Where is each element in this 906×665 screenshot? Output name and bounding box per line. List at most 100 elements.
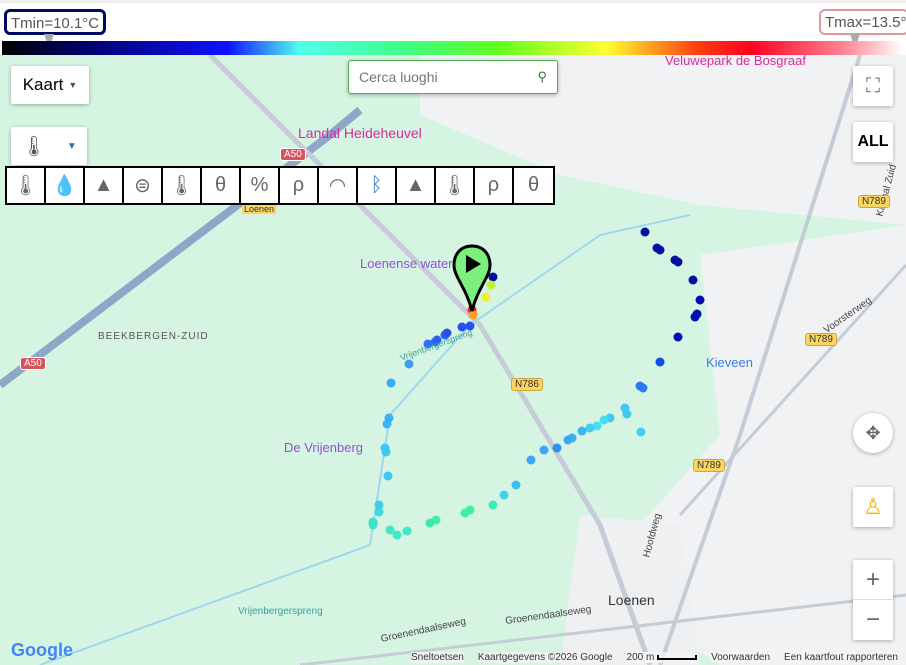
track-point[interactable] <box>585 423 595 433</box>
pegman-streetview[interactable]: ♙ <box>853 487 893 527</box>
terms-link[interactable]: Voorwaarden <box>711 652 771 663</box>
water-vrijenbergerspreng: Vrijenbergerspreng <box>238 606 323 617</box>
place-de-vrijenberg[interactable]: De Vrijenberg <box>284 440 363 455</box>
track-point[interactable] <box>695 295 705 305</box>
toolbar-button-bluetooth[interactable]: ᛒ <box>358 168 397 203</box>
color-scale-gradient <box>2 41 904 55</box>
thermometer-rain-icon: 🌡 <box>168 175 195 197</box>
caret-down-icon: ▼ <box>68 80 78 90</box>
track-point[interactable] <box>563 435 573 445</box>
tmin-label[interactable]: Tmin=10.1°C <box>4 9 107 35</box>
report-error-link[interactable]: Een kaartfout rapporteren <box>784 652 898 663</box>
place-landal[interactable]: Landal Heideheuvel <box>298 125 422 141</box>
track-point[interactable] <box>526 455 536 465</box>
place-loenen: Loenen <box>608 592 655 608</box>
start-marker[interactable] <box>452 243 492 313</box>
toolbar-button-rho[interactable]: ρ <box>280 168 319 203</box>
track-point[interactable] <box>511 480 521 490</box>
road-a50: A50 <box>280 148 306 161</box>
toolbar-button-clock-rho[interactable]: ρ <box>475 168 514 203</box>
toolbar-button-clock-thermometer[interactable]: 🌡 <box>436 168 475 203</box>
track-point[interactable] <box>374 500 384 510</box>
sign-loenen: Loenen <box>242 204 277 214</box>
track-point[interactable] <box>640 227 650 237</box>
toolbar-button-mountain[interactable]: ▲ <box>85 168 124 203</box>
track-point[interactable] <box>655 357 665 367</box>
thermometer-icon: 🌡 <box>21 135 47 158</box>
drop-icon: 💧 <box>52 175 77 197</box>
track-point[interactable] <box>425 518 435 528</box>
track-point[interactable] <box>620 403 630 413</box>
track-point[interactable] <box>460 508 470 518</box>
road-n789-3: N789 <box>693 459 725 472</box>
toolbar-button-drop[interactable]: 💧 <box>46 168 85 203</box>
road-n789-2: N789 <box>805 333 837 346</box>
pressure-icon: ⊜ <box>134 175 151 197</box>
track-point[interactable] <box>402 526 412 536</box>
track-point[interactable] <box>383 471 393 481</box>
bluetooth-icon: ᛒ <box>370 174 383 196</box>
scale-line <box>657 655 698 660</box>
track-point[interactable] <box>539 445 549 455</box>
scale-bar[interactable]: 200 m <box>626 652 698 663</box>
track-point[interactable] <box>655 245 665 255</box>
track-point[interactable] <box>636 427 646 437</box>
toolbar-button-pressure[interactable]: ⊜ <box>124 168 163 203</box>
scale-label: 200 m <box>626 652 655 663</box>
track-point[interactable] <box>499 490 509 500</box>
track-point[interactable] <box>386 378 396 388</box>
toolbar-button-humidity-percent[interactable]: % <box>241 168 280 203</box>
track-point[interactable] <box>368 517 378 527</box>
track-point[interactable] <box>690 312 700 322</box>
caret-down-icon: ▼ <box>66 140 77 152</box>
track-point[interactable] <box>635 381 645 391</box>
track-point[interactable] <box>673 332 683 342</box>
track-point[interactable] <box>488 500 498 510</box>
search-icon[interactable]: ⚲ <box>537 69 547 85</box>
track-point[interactable] <box>688 275 698 285</box>
sensor-select-dropdown[interactable]: 🌡 ▼ <box>11 127 87 165</box>
tmax-label[interactable]: Tmax=13.5°C <box>819 9 906 35</box>
keyboard-shortcuts-link[interactable]: Sneltoetsen <box>411 652 464 663</box>
track-point[interactable] <box>673 257 683 267</box>
map-type-label: Kaart <box>22 75 64 94</box>
road-a50-2: A50 <box>20 357 46 370</box>
zoom-in-button[interactable]: + <box>853 560 893 600</box>
place-kieveen[interactable]: Kieveen <box>706 355 753 370</box>
zoom-control: + − <box>853 560 893 640</box>
place-loenense-water[interactable]: Loenense water <box>360 256 453 271</box>
all-button[interactable]: ALL <box>853 122 893 162</box>
toolbar-button-thermometer-rain[interactable]: 🌡 <box>163 168 202 203</box>
toolbar-button-thermometer-theta[interactable]: θ <box>202 168 241 203</box>
toolbar-button-clock-theta[interactable]: θ <box>514 168 553 203</box>
toolbar-button-thermometer[interactable]: 🌡 <box>7 168 46 203</box>
track-point[interactable] <box>552 443 562 453</box>
clock-mountain-icon: ▲ <box>405 174 426 196</box>
mountain-icon: ▲ <box>93 174 114 196</box>
thermometer-theta-icon: θ <box>214 174 227 196</box>
map-type-dropdown[interactable]: Kaart ▼ <box>11 66 89 104</box>
clock-theta-icon: θ <box>527 174 540 196</box>
track-point[interactable] <box>577 426 587 436</box>
map-canvas[interactable]: Kaart▼ ⚲ ⛶ ALL 🌡▼ ✥ ♙ + − Veluwepark de … <box>0 55 906 665</box>
search-box[interactable]: ⚲ <box>348 60 558 94</box>
search-input[interactable] <box>359 69 538 85</box>
track-point[interactable] <box>380 443 390 453</box>
rho-icon: ρ <box>292 174 305 196</box>
toolbar-button-clock-mountain[interactable]: ▲ <box>397 168 436 203</box>
place-veluwepark[interactable]: Veluwepark de Bosgraaf <box>665 55 806 68</box>
clock-rho-icon: ρ <box>487 174 500 196</box>
clock-thermometer-icon: 🌡 <box>441 175 468 197</box>
track-point[interactable] <box>385 525 395 535</box>
sensor-toolbar: 🌡 💧 ▲ ⊜ 🌡 θ% ρ ◠ ᛒ ▲ 🌡 ρ θ <box>5 166 555 205</box>
toolbar-button-gauge[interactable]: ◠ <box>319 168 358 203</box>
gauge-icon: ◠ <box>328 175 347 197</box>
fullscreen-button[interactable]: ⛶ <box>853 66 893 106</box>
track-point[interactable] <box>599 415 609 425</box>
rotate-control[interactable]: ✥ <box>853 413 893 453</box>
track-point[interactable] <box>384 413 394 423</box>
track-layer <box>368 227 705 540</box>
humidity-percent-icon: % <box>250 174 269 196</box>
zoom-out-button[interactable]: − <box>853 600 893 640</box>
map-data-attribution: Kaartgegevens ©2026 Google <box>477 652 613 663</box>
